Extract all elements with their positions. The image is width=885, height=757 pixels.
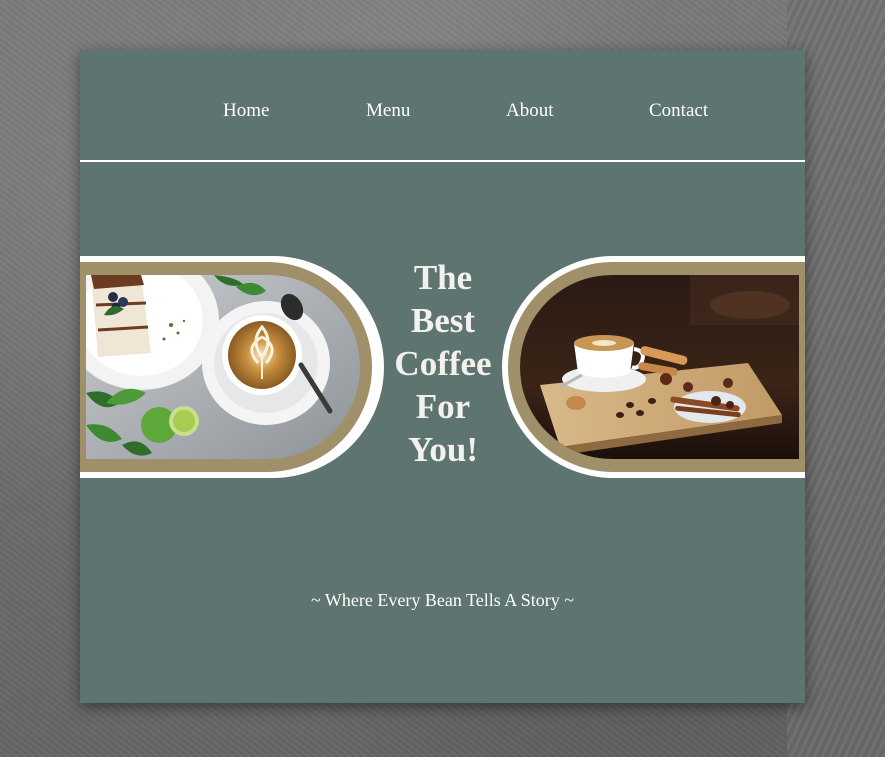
tagline: ~ Where Every Bean Tells A Story ~ bbox=[310, 590, 574, 610]
nav-divider bbox=[80, 160, 805, 162]
coffee-board-photo bbox=[520, 275, 799, 459]
hero-headline-line: You! bbox=[407, 430, 479, 469]
website-card: Home Menu About Contact The Best Coffee … bbox=[80, 50, 805, 703]
hero-image-border-right bbox=[508, 262, 805, 472]
hero-headline-line: Best bbox=[410, 301, 476, 340]
nav-link-about[interactable]: About bbox=[506, 100, 554, 122]
hero-headline-line: For bbox=[415, 387, 471, 426]
top-navigation: Home Menu About Contact bbox=[80, 50, 805, 160]
nav-link-menu[interactable]: Menu bbox=[366, 100, 410, 122]
hero-headline-line: The bbox=[413, 258, 473, 297]
nav-link-home[interactable]: Home bbox=[223, 100, 269, 122]
hero-image-frame-right bbox=[502, 256, 805, 478]
latte-art-photo bbox=[86, 275, 360, 459]
hero-headline-line: Coffee bbox=[394, 344, 492, 383]
latte-art-illustration bbox=[86, 275, 360, 459]
hero-headline: The Best Coffee For You! bbox=[384, 256, 502, 471]
hero-image-border-left bbox=[80, 262, 372, 472]
coffee-board-illustration bbox=[520, 275, 799, 459]
hero-image-frame-left bbox=[80, 256, 384, 478]
nav-link-contact[interactable]: Contact bbox=[649, 100, 708, 122]
